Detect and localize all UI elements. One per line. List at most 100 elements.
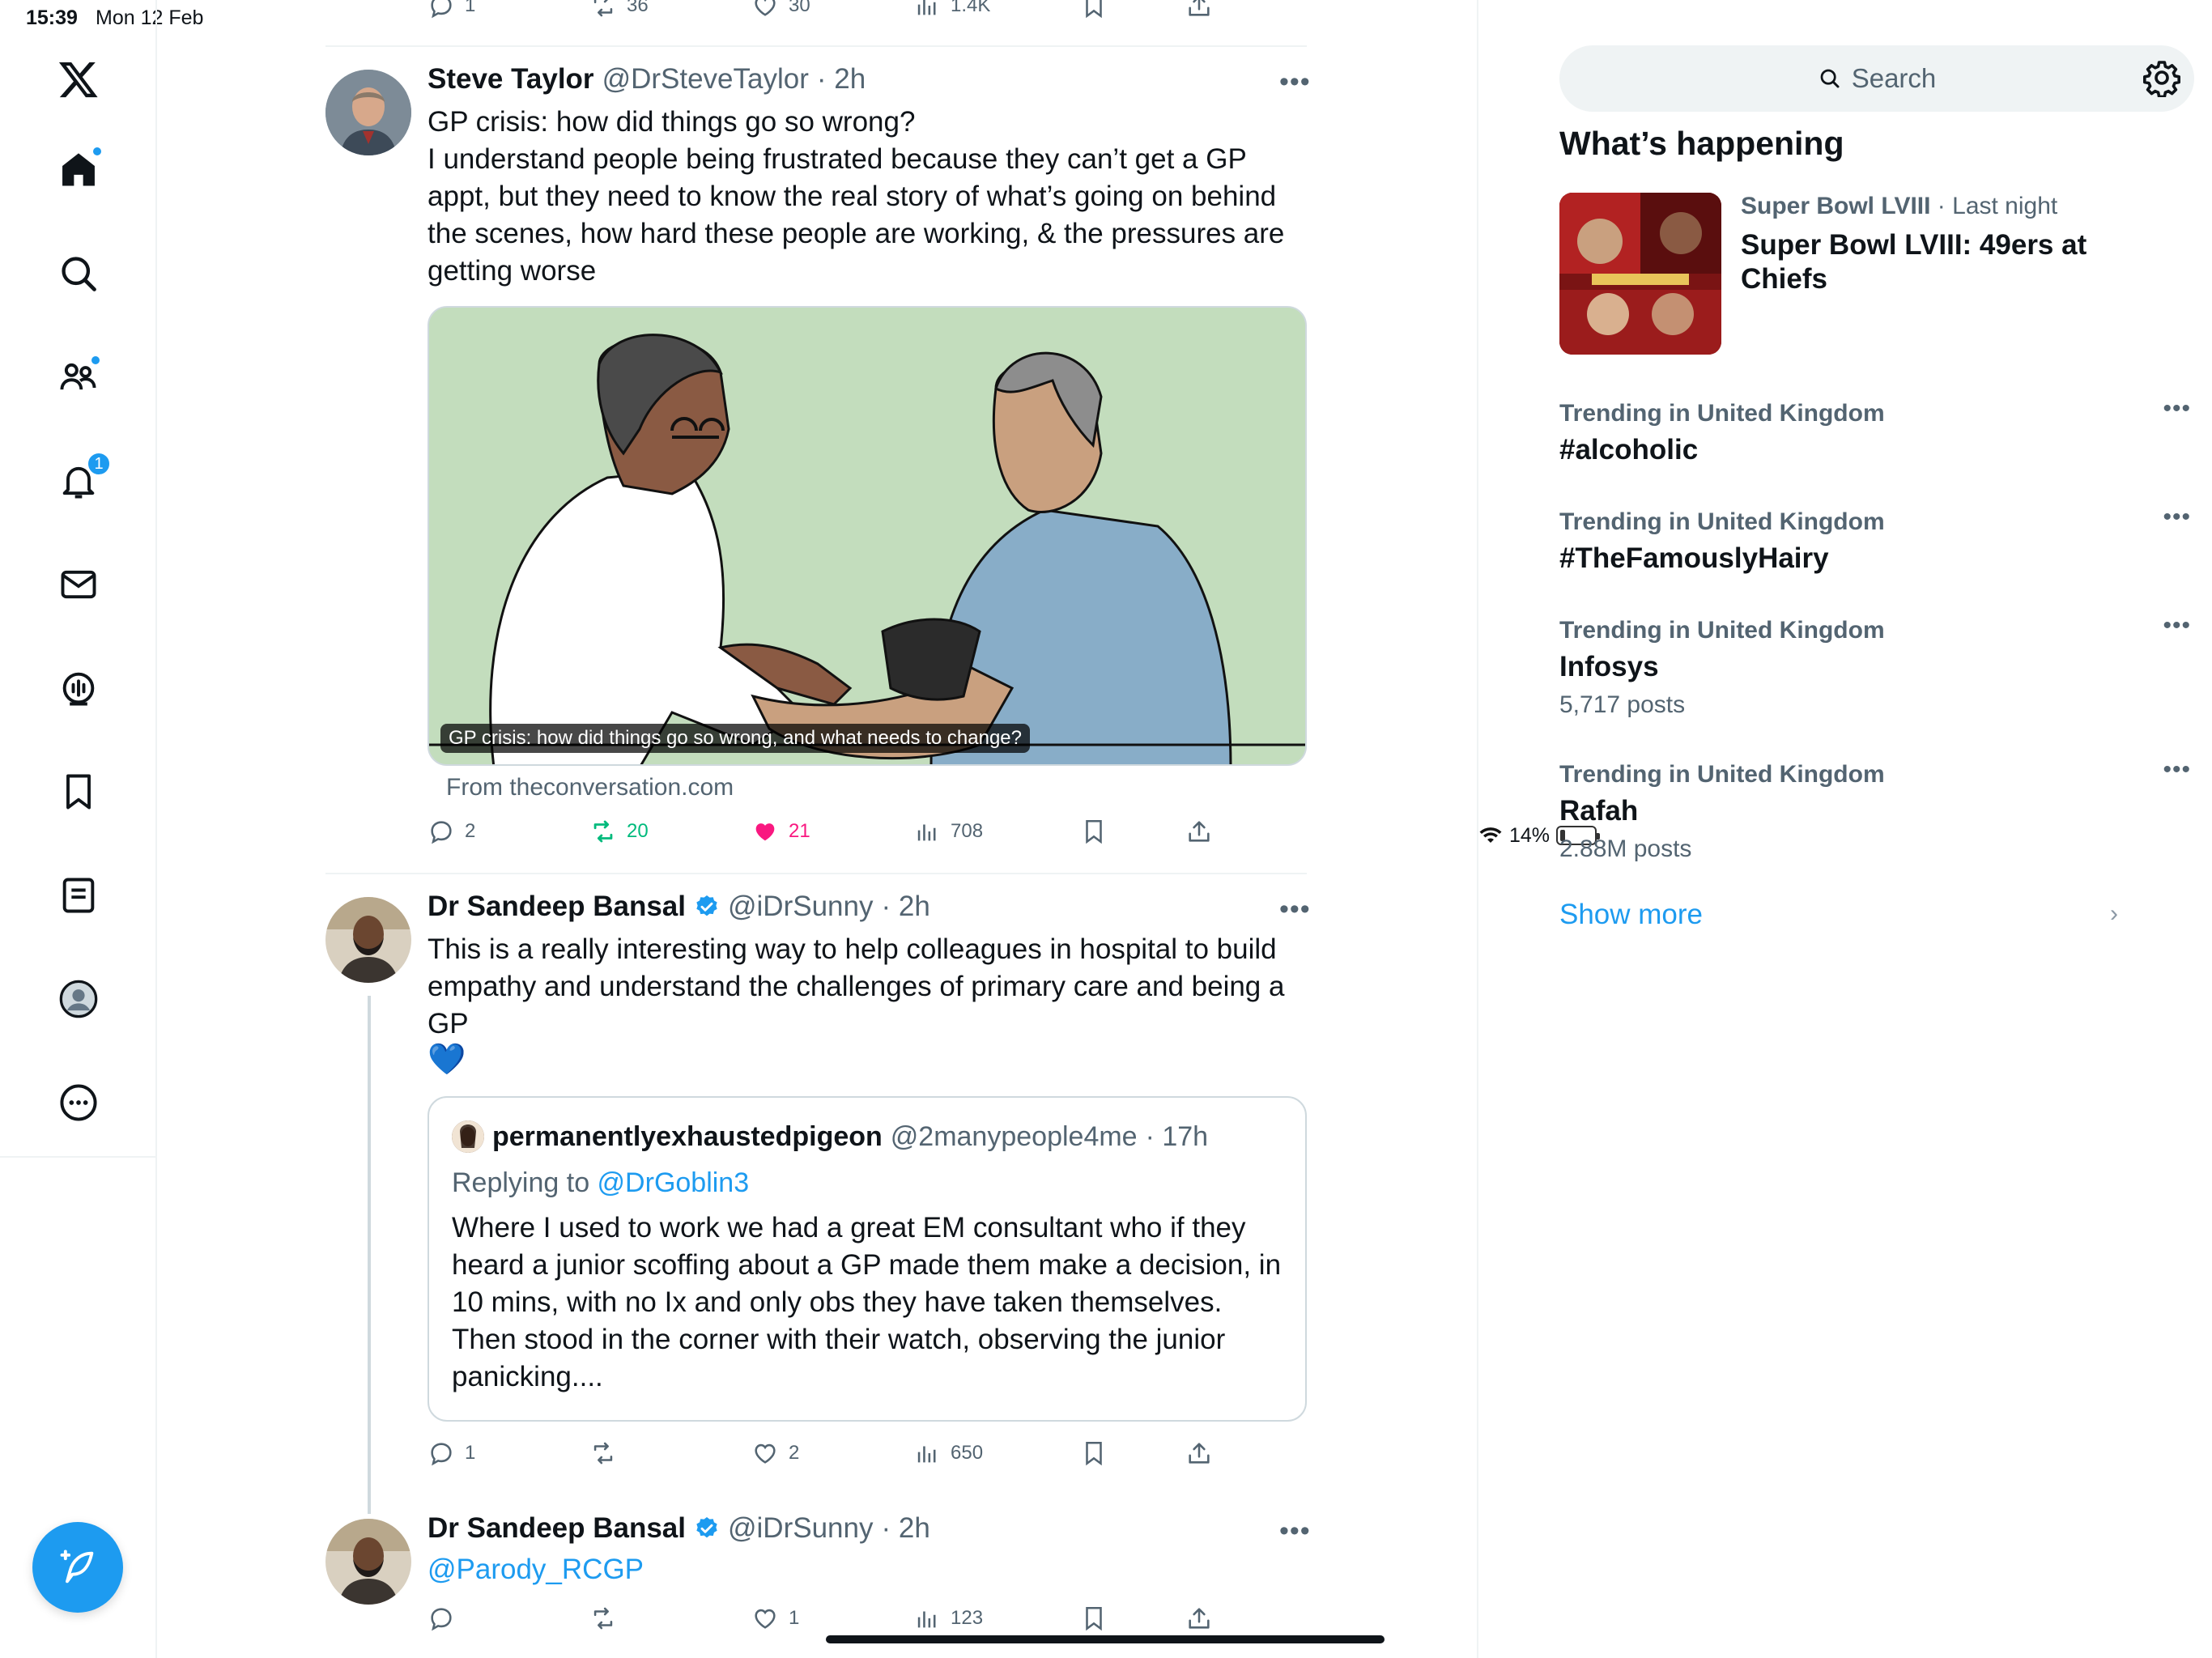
like-count: 21 — [789, 820, 810, 842]
link-card-image[interactable]: GP crisis: how did things go so wrong, a… — [428, 306, 1307, 766]
trend-context: Trending in United Kingdom — [1559, 761, 1885, 788]
reply-button[interactable] — [428, 1605, 465, 1632]
quoted-tweet[interactable]: permanentlyexhaustedpigeon @2manypeople4… — [428, 1096, 1307, 1422]
share-icon — [1189, 821, 1210, 842]
more-options-icon[interactable] — [46, 1070, 111, 1135]
views-button[interactable]: 708 — [913, 818, 983, 845]
tweet-more-options-icon[interactable]: ••• — [1279, 66, 1311, 98]
notifications-bell-icon[interactable]: 1 — [46, 449, 111, 513]
repost-button[interactable]: 36 — [589, 0, 649, 19]
quoted-post-time: · 17h — [1145, 1120, 1209, 1152]
trend-item[interactable]: Trending in United Kingdom #TheFamouslyH… — [1559, 504, 2191, 575]
replying-to-handle[interactable]: @DrGoblin3 — [598, 1167, 750, 1198]
views-count: 708 — [951, 820, 984, 842]
like-button[interactable]: 30 — [751, 0, 810, 19]
avatar-steve-taylor[interactable] — [325, 70, 411, 155]
heart-icon — [755, 0, 776, 16]
author-handle[interactable]: @DrSteveTaylor — [602, 63, 809, 96]
repost-icon — [593, 1607, 613, 1630]
tweet-more-options-icon[interactable]: ••• — [1279, 894, 1311, 925]
share-button[interactable] — [1185, 1605, 1213, 1632]
repost-button[interactable] — [589, 1605, 627, 1632]
bookmark-button[interactable] — [1080, 818, 1108, 845]
trend-more-options-icon[interactable]: ••• — [2163, 612, 2191, 640]
trend-context: Trending in United Kingdom — [1559, 508, 1885, 535]
link-card-source[interactable]: From theconversation.com — [446, 774, 734, 801]
trend-item[interactable]: Trending in United Kingdom #alcoholic ••… — [1559, 395, 2191, 466]
author-name[interactable]: Steve Taylor — [428, 63, 594, 96]
views-button[interactable]: 123 — [913, 1605, 983, 1632]
author-handle[interactable]: @iDrSunny — [728, 1512, 873, 1545]
notifications-badge: 1 — [87, 452, 111, 476]
bookmark-button[interactable] — [1080, 0, 1108, 19]
like-button[interactable]: 21 — [751, 818, 810, 845]
profile-avatar-icon[interactable] — [46, 967, 111, 1031]
bookmark-icon — [1086, 1441, 1102, 1466]
bookmarks-icon[interactable] — [46, 759, 111, 824]
home-indicator[interactable] — [826, 1635, 1385, 1643]
thread-line — [368, 996, 371, 1514]
home-icon[interactable] — [46, 138, 111, 202]
trend-name: #TheFamouslyHairy — [1559, 542, 1829, 574]
trend-more-options-icon[interactable]: ••• — [2163, 504, 2191, 531]
share-button[interactable] — [1185, 0, 1213, 19]
share-icon — [1189, 1608, 1210, 1629]
reply-button[interactable]: 1 — [428, 1439, 475, 1467]
superbowl-image — [1559, 193, 1721, 355]
heart-filled-icon — [755, 823, 775, 841]
avatar-sandeep-bansal[interactable] — [325, 1519, 411, 1605]
reply-count: 1 — [465, 1442, 476, 1464]
verified-badge-icon — [696, 1517, 717, 1538]
blue-heart-emoji: 💙 — [428, 1043, 466, 1077]
avatar-sandeep-bansal[interactable] — [325, 897, 411, 983]
post-time: · 2h — [881, 891, 930, 922]
trend-item[interactable]: Trending in United Kingdom Rafah 2.88M p… — [1559, 756, 2191, 863]
share-button[interactable] — [1185, 818, 1213, 845]
share-button[interactable] — [1185, 1439, 1213, 1467]
messages-envelope-icon[interactable] — [46, 552, 111, 617]
show-more-link[interactable]: Show more — [1559, 899, 1703, 931]
like-count: 30 — [789, 0, 810, 16]
trend-context: Trending in United Kingdom — [1559, 617, 1885, 644]
communities-icon[interactable] — [46, 345, 111, 410]
x-logo-icon[interactable] — [46, 47, 111, 112]
views-count: 123 — [951, 1607, 984, 1629]
like-button[interactable]: 2 — [751, 1439, 799, 1467]
bookmark-button[interactable] — [1080, 1439, 1108, 1467]
reply-icon — [431, 1443, 452, 1466]
search-bar[interactable]: Search — [1559, 45, 2194, 112]
repost-button[interactable]: 20 — [589, 818, 649, 845]
explore-search-icon[interactable] — [46, 241, 111, 306]
like-button[interactable]: 1 — [751, 1605, 799, 1632]
trend-item[interactable]: Trending in United Kingdom Infosys 5,717… — [1559, 612, 2191, 719]
repost-icon — [593, 1442, 613, 1465]
settings-gear-icon[interactable] — [2142, 58, 2181, 97]
compose-post-button[interactable] — [32, 1522, 123, 1613]
repost-icon — [593, 0, 613, 17]
repost-button[interactable] — [589, 1439, 627, 1467]
mention-link[interactable]: @Parody_RCGP — [428, 1551, 1310, 1588]
heart-icon — [755, 1609, 776, 1629]
lists-icon[interactable] — [46, 863, 111, 928]
author-handle[interactable]: @iDrSunny — [728, 891, 873, 923]
bookmark-icon — [1086, 819, 1102, 844]
replying-to-label: Replying to — [452, 1167, 598, 1198]
tweet-text: This is a really interesting way to help… — [428, 933, 1285, 1039]
trend-post-count: 5,717 posts — [1559, 691, 1686, 718]
views-button[interactable]: 650 — [913, 1439, 983, 1467]
trend-more-options-icon[interactable]: ••• — [2163, 756, 2191, 784]
spaces-icon[interactable] — [46, 656, 111, 721]
reply-button[interactable]: 2 — [428, 818, 475, 845]
views-chart-icon — [917, 0, 936, 15]
quoted-tweet-header: permanentlyexhaustedpigeon @2manypeople4… — [452, 1120, 1208, 1153]
avatar-photo — [325, 1519, 411, 1605]
views-button[interactable]: 1.4K — [913, 0, 990, 19]
like-count: 1 — [789, 1607, 800, 1629]
tweet-more-options-icon[interactable]: ••• — [1279, 1516, 1311, 1547]
trend-more-options-icon[interactable]: ••• — [2163, 395, 2191, 423]
reply-button[interactable]: 1 — [428, 0, 475, 19]
author-name[interactable]: Dr Sandeep Bansal — [428, 1512, 686, 1545]
author-name[interactable]: Dr Sandeep Bansal — [428, 891, 686, 923]
repost-count: 20 — [627, 820, 649, 842]
bookmark-button[interactable] — [1080, 1605, 1108, 1632]
